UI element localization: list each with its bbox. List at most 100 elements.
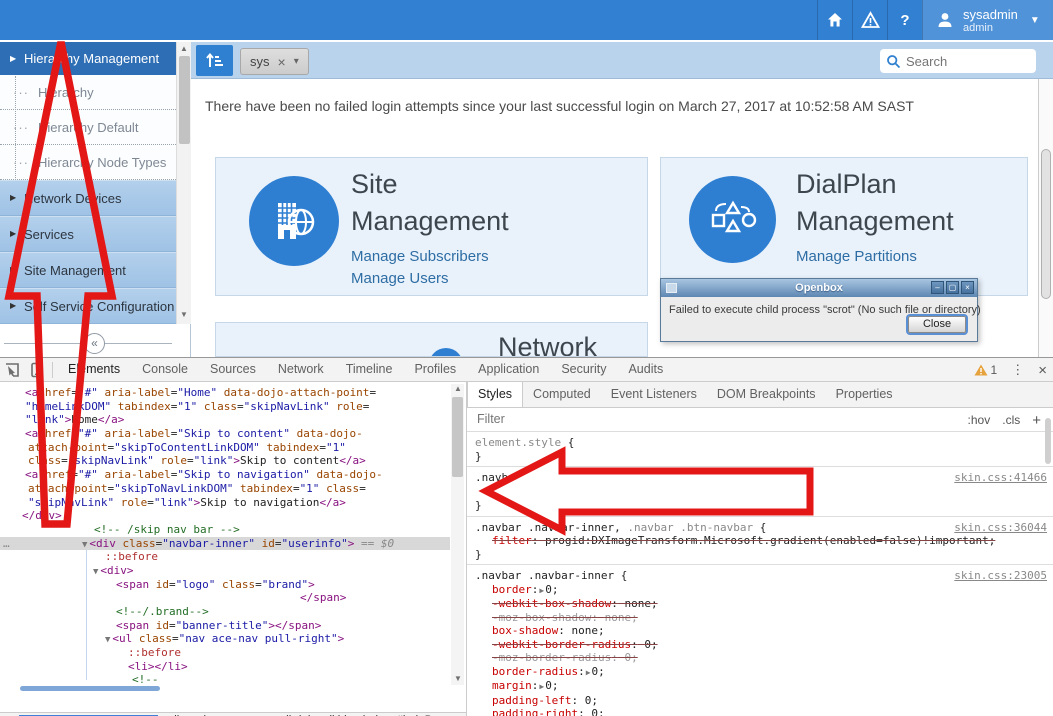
dom-tree-node[interactable]: ▼<ul class="nav ace-nav pull-right"> [0, 632, 450, 646]
card-site-management[interactable]: SiteManagement Manage SubscribersManage … [215, 157, 648, 296]
tree-collapse-icon[interactable]: ▼ [93, 567, 98, 577]
content-scrollbar[interactable] [1038, 79, 1053, 357]
search-input[interactable] [906, 54, 1026, 69]
scroll-up-icon[interactable]: ▲ [451, 384, 465, 393]
sidebar-item-services[interactable]: ▶Services [0, 216, 190, 252]
dom-tree-node[interactable]: "homeLinkDOM" tabindex="1" class="skipNa… [0, 400, 450, 414]
styles-tab-dom-breakpoints[interactable]: DOM Breakpoints [707, 382, 826, 407]
dom-tree-node[interactable]: <!-- /skip nav bar --> [0, 523, 450, 537]
card-link-manage-subscribers[interactable]: Manage Subscribers [351, 246, 509, 268]
collapse-sidebar-button[interactable]: « [84, 333, 105, 354]
css-property[interactable]: border-radius:▶0; [475, 665, 1045, 680]
sidebar-item-hierarchy-management[interactable]: ▶ Hierarchy Management [0, 42, 190, 75]
element-class-toggle[interactable]: .cls [1002, 413, 1020, 427]
dom-tree-node[interactable]: …▼<div class="navbar-inner" id="userinfo… [0, 537, 450, 551]
dom-tree-node[interactable]: <a href="#" aria-label="Skip to content"… [0, 427, 450, 441]
styles-scrollbar[interactable] [1044, 410, 1052, 715]
expand-property-icon[interactable]: ▶ [585, 668, 592, 677]
css-property[interactable]: padding-left: 0; [475, 694, 1045, 708]
dom-tree-node[interactable]: attach-point="skipToContentLinkDOM" tabi… [0, 441, 450, 455]
dom-tree-node[interactable]: attach-point="skipToNavLinkDOM" tabindex… [0, 482, 450, 496]
hierarchy-view-button[interactable] [196, 45, 233, 76]
dom-tree-node[interactable]: <!--/.brand--> [0, 605, 450, 619]
user-menu[interactable]: sysadmin admin ▼ [922, 0, 1053, 40]
devtools-tab-elements[interactable]: Elements [57, 358, 131, 381]
tab-sys[interactable]: sys × ▾ [240, 48, 309, 75]
maximize-window-icon[interactable]: ▢ [946, 281, 959, 294]
tab-caret-icon[interactable]: ▾ [294, 56, 299, 67]
dialog-titlebar[interactable]: Openbox –▢× [661, 279, 977, 297]
dom-tree-node[interactable]: class="skipNavLink" role="link">Skip to … [0, 454, 450, 468]
card-dialplan-management[interactable]: DialPlanManagement Manage Partitions [660, 157, 1028, 296]
dom-tree-node[interactable]: </span> [0, 591, 450, 605]
stylesheet-link[interactable]: skin.css:41466 [954, 471, 1047, 485]
styles-tab-properties[interactable]: Properties [826, 382, 903, 407]
sidebar-scrollbar-thumb[interactable] [179, 56, 190, 144]
css-property[interactable]: filter: progid:DXImageTransform.Microsof… [475, 534, 1045, 548]
device-toolbar-button[interactable] [24, 359, 48, 381]
warning-badge[interactable]: 1 [974, 363, 998, 377]
content-scrollbar-thumb[interactable] [1041, 149, 1051, 299]
sidebar-item-site-management[interactable]: ▶Site Management [0, 252, 190, 288]
dom-tree-node[interactable]: </div> [0, 509, 450, 523]
sidebar-scrollbar[interactable]: ▲ ▼ [176, 42, 191, 324]
stylesheet-link[interactable]: skin.css:36044 [954, 521, 1047, 535]
dom-tree-node[interactable]: "skipNavLink" role="link">Skip to naviga… [0, 496, 450, 510]
card-link-manage-partitions[interactable]: Manage Partitions [796, 246, 954, 268]
css-property[interactable]: -moz-box-shadow: none; [475, 611, 1045, 625]
sidebar-item-self-service-configuration[interactable]: ▶Self Service Configuration [0, 288, 190, 324]
css-property[interactable]: margin:▶0; [475, 679, 1045, 694]
dom-tree-node[interactable]: ::before [0, 550, 450, 564]
pseudo-state-toggle[interactable]: :hov [968, 413, 991, 427]
devtools-tab-profiles[interactable]: Profiles [403, 358, 467, 381]
search-box[interactable] [880, 49, 1036, 73]
stylesheet-link[interactable]: skin.css:23005 [954, 569, 1047, 583]
help-button[interactable]: ? [887, 0, 922, 40]
alerts-button[interactable] [852, 0, 887, 40]
devtools-tab-application[interactable]: Application [467, 358, 550, 381]
scroll-down-icon[interactable]: ▼ [177, 310, 191, 319]
elements-scrollbar-thumb[interactable] [452, 397, 463, 477]
elements-hscrollbar-thumb[interactable] [20, 686, 160, 691]
dom-tree-node[interactable]: <a href="#" aria-label="Skip to navigati… [0, 468, 450, 482]
devtools-menu-icon[interactable]: ⋮ [1011, 362, 1024, 378]
card-link-manage-users[interactable]: Manage Users [351, 268, 509, 290]
dom-tree-node[interactable]: <li></li> [0, 660, 450, 674]
devtools-tab-sources[interactable]: Sources [199, 358, 267, 381]
dom-tree-node[interactable]: ::before [0, 646, 450, 660]
dialog-close-button[interactable]: Close [906, 314, 968, 335]
dom-tree-node[interactable]: "link">Home</a> [0, 413, 450, 427]
dom-tree-node[interactable]: <span id="logo" class="brand"> [0, 578, 450, 592]
css-property[interactable]: padding-right: 0; [475, 707, 1045, 716]
scroll-down-icon[interactable]: ▼ [451, 674, 465, 683]
dom-tree-node[interactable]: <!-- [0, 673, 450, 685]
tree-collapse-icon[interactable]: ▼ [105, 635, 110, 645]
devtools-tab-security[interactable]: Security [550, 358, 617, 381]
elements-vertical-scrollbar[interactable]: ▲ ▼ [451, 384, 464, 685]
color-swatch[interactable] [574, 487, 583, 496]
dom-tree-node[interactable]: <a href="#" aria-label="Home" data-dojo-… [0, 386, 450, 400]
css-property[interactable]: box-shadow: none; [475, 624, 1045, 638]
sidebar-item-hierarchy[interactable]: ···Hierarchy [0, 75, 190, 110]
devtools-close-icon[interactable]: × [1038, 362, 1047, 379]
styles-filter-input[interactable] [477, 412, 777, 426]
close-window-icon[interactable]: × [961, 281, 974, 294]
scroll-up-icon[interactable]: ▲ [177, 44, 191, 53]
tab-close-icon[interactable]: × [278, 54, 286, 70]
dom-tree-node[interactable]: ▼<div> [0, 564, 450, 578]
sidebar-item-hierarchy-node-types[interactable]: ···Hierarchy Node Types [0, 145, 190, 180]
elements-horizontal-scrollbar[interactable] [0, 686, 450, 692]
sidebar-item-network-devices[interactable]: ▶Network Devices [0, 180, 190, 216]
styles-tab-event-listeners[interactable]: Event Listeners [601, 382, 707, 407]
css-property[interactable]: border:▶0; [475, 583, 1045, 598]
devtools-tab-network[interactable]: Network [267, 358, 335, 381]
new-style-rule-button[interactable]: + [1032, 412, 1041, 429]
user-caret-icon[interactable]: ▼ [1030, 15, 1040, 26]
minimize-window-icon[interactable]: – [931, 281, 944, 294]
css-property[interactable]: -webkit-box-shadow: none; [475, 597, 1045, 611]
expand-property-icon[interactable]: ▶ [565, 488, 572, 497]
styles-tab-styles[interactable]: Styles [467, 382, 523, 407]
css-property[interactable]: background:▶#3280d2; [475, 485, 1045, 500]
devtools-tab-console[interactable]: Console [131, 358, 199, 381]
devtools-tab-audits[interactable]: Audits [617, 358, 674, 381]
